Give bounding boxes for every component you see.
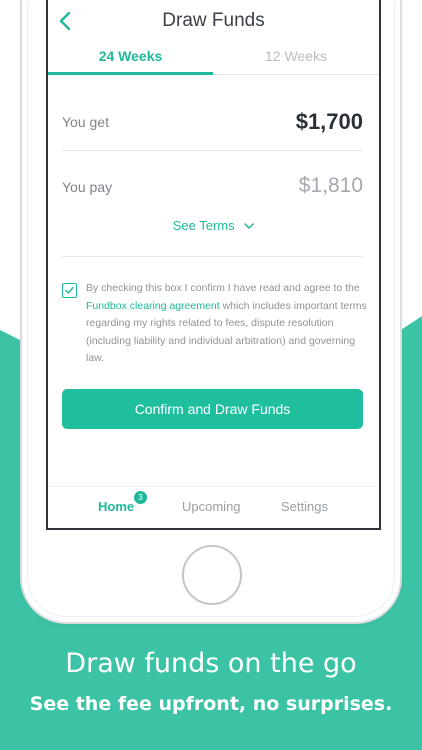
confirm-draw-funds-button[interactable]: Confirm and Draw Funds <box>62 389 363 429</box>
you-get-value: $1,700 <box>295 109 363 134</box>
agreement-checkbox[interactable] <box>62 283 77 298</box>
you-get-label: You get <box>62 114 109 130</box>
see-terms-link[interactable]: See Terms <box>48 218 379 233</box>
active-tab-indicator <box>48 72 213 75</box>
checkmark-icon <box>65 286 74 294</box>
page-title: Draw Funds <box>162 10 265 31</box>
agreement-text-before: By checking this box I confirm I have re… <box>86 282 360 294</box>
clearing-agreement-link[interactable]: Fundbox clearing agreement <box>86 300 220 312</box>
promo-subtitle: See the fee upfront, no surprises. <box>29 693 393 715</box>
nav-home[interactable]: Home <box>98 499 134 514</box>
nav-upcoming[interactable]: Upcoming <box>182 499 241 514</box>
see-terms-label: See Terms <box>172 218 235 233</box>
you-pay-value: $1,810 <box>298 174 363 197</box>
agreement-text: By checking this box I confirm I have re… <box>86 280 368 368</box>
you-pay-label: You pay <box>62 179 113 195</box>
chevron-down-icon <box>244 223 255 230</box>
notification-badge: 3 <box>134 491 147 504</box>
divider <box>62 256 363 257</box>
tab-24-weeks[interactable]: 24 Weeks <box>48 48 213 64</box>
bottom-nav: Home 3 Upcoming Settings <box>48 486 379 528</box>
promo-title: Draw funds on the go <box>65 648 357 679</box>
tab-12-weeks[interactable]: 12 Weeks <box>213 48 379 64</box>
divider <box>62 150 363 151</box>
header: Draw Funds <box>48 0 379 44</box>
phone-home-button <box>182 545 242 605</box>
app-screen: Draw Funds 24 Weeks 12 Weeks You get $1,… <box>46 0 381 530</box>
nav-settings[interactable]: Settings <box>281 499 328 514</box>
term-tabs: 24 Weeks 12 Weeks <box>48 44 379 75</box>
